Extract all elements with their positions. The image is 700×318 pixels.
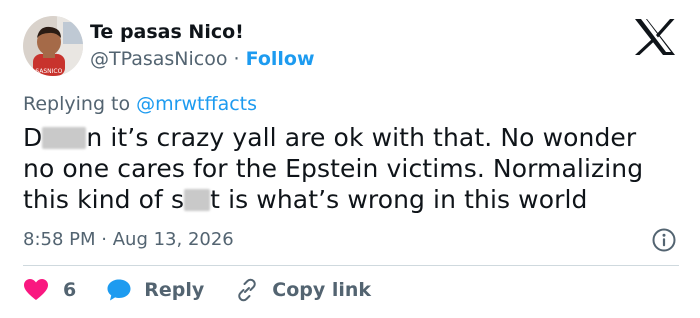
timestamp[interactable]: 8:58 PM · Aug 13, 2026 bbox=[23, 229, 234, 250]
tweet-text-segment: D bbox=[23, 123, 43, 152]
reply-context: Replying to @mrwtffacts bbox=[23, 93, 257, 115]
tweet-text-segment: this kind of s bbox=[23, 185, 185, 214]
tweet-text: Dn it’s crazy yall are ok with that. No … bbox=[23, 122, 683, 215]
author-handle[interactable]: @TPasasNicoo bbox=[90, 48, 227, 70]
censored-blur bbox=[184, 189, 211, 211]
avatar[interactable]: PASASNICO bbox=[23, 16, 83, 76]
timestamp-date: Aug 13, 2026 bbox=[112, 229, 234, 250]
divider bbox=[23, 265, 679, 266]
info-icon[interactable] bbox=[651, 227, 677, 253]
action-bar: 6 Reply Copy link bbox=[23, 276, 371, 304]
copy-link-label: Copy link bbox=[272, 279, 372, 301]
copy-link-button[interactable]: Copy link bbox=[234, 278, 371, 302]
tweet-text-segment: t is what’s wrong in this world bbox=[210, 185, 588, 214]
tweet-line-3: this kind of s t is what’s wrong in this … bbox=[23, 184, 683, 215]
avatar-watermark: PASASNICO bbox=[28, 68, 63, 75]
x-logo-icon[interactable] bbox=[633, 17, 677, 57]
timestamp-time: 8:58 PM bbox=[23, 229, 96, 250]
tweet-text-segment: n it’s crazy yall are ok with that. No w… bbox=[86, 123, 637, 152]
tweet-line-1: Dn it’s crazy yall are ok with that. No … bbox=[23, 122, 683, 153]
follow-button[interactable]: Follow bbox=[246, 48, 315, 70]
author-handle-line: @TPasasNicoo · Follow bbox=[90, 48, 315, 70]
author-display-name[interactable]: Te pasas Nico! bbox=[90, 21, 244, 43]
like-count: 6 bbox=[63, 279, 77, 301]
reply-bubble-icon bbox=[107, 279, 131, 301]
reply-context-prefix: Replying to bbox=[23, 93, 131, 115]
avatar-image: PASASNICO bbox=[23, 16, 83, 76]
like-button[interactable]: 6 bbox=[23, 278, 76, 302]
link-icon bbox=[238, 278, 257, 302]
heart-icon bbox=[24, 279, 48, 300]
censored-blur bbox=[42, 127, 87, 149]
reply-label: Reply bbox=[144, 279, 205, 301]
reply-button[interactable]: Reply bbox=[106, 278, 204, 302]
tweet-line-2: no one cares for the Epstein victims. No… bbox=[23, 154, 644, 183]
timestamp-separator: · bbox=[101, 229, 107, 250]
reply-mention-link[interactable]: @mrwtffacts bbox=[136, 93, 257, 115]
handle-separator: · bbox=[233, 48, 240, 70]
